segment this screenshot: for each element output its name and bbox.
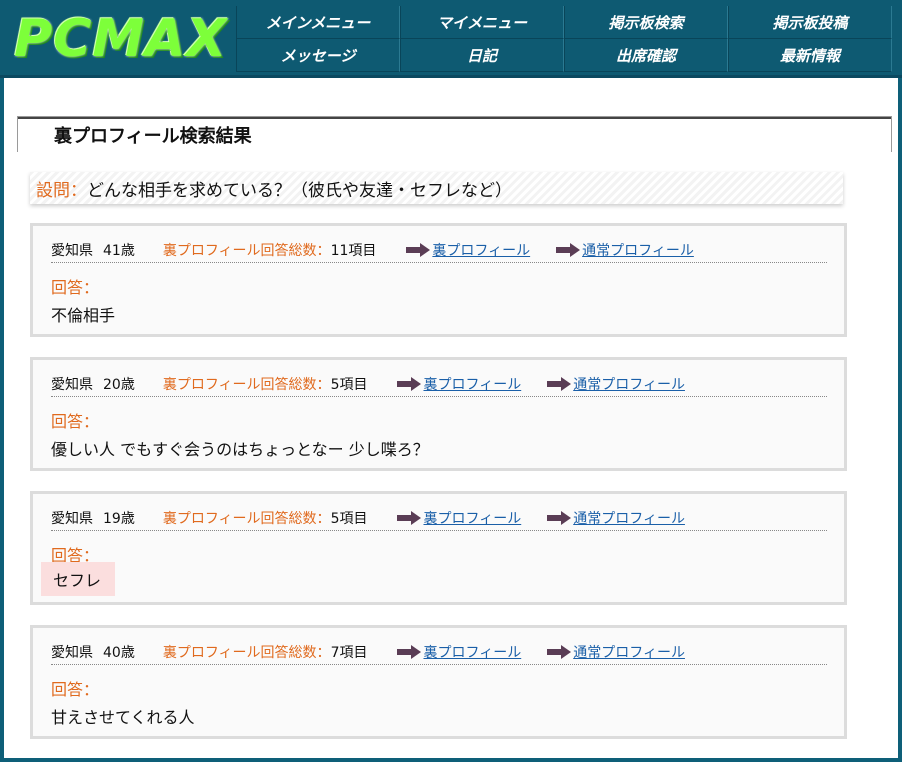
age: 20歳 xyxy=(103,376,135,393)
answer-text-highlighted: セフレ xyxy=(41,562,116,596)
result-card-header: 愛知県 19歳 裏プロフィール回答総数： 5項目 裏プロフィール 通常プロフィー… xyxy=(51,505,827,531)
pcmax-logo[interactable]: PCMAX xyxy=(14,6,236,72)
question-box: 設問：どんな相手を求めている？（彼氏や友達・セフレなど） xyxy=(30,172,843,204)
normal-profile-link-label: 通常プロフィール xyxy=(573,376,685,393)
ura-profile-link-label: 裏プロフィール xyxy=(423,376,522,393)
page-title: 裏プロフィール検索結果 xyxy=(17,116,892,152)
nav-board-search[interactable]: 掲示板検索 xyxy=(564,6,728,39)
answer-count-label: 裏プロフィール回答総数： xyxy=(162,376,331,393)
result-card: 愛知県 20歳 裏プロフィール回答総数： 5項目 裏プロフィール 通常プロフィー… xyxy=(30,357,847,471)
result-card: 愛知県 40歳 裏プロフィール回答総数： 7項目 裏プロフィール 通常プロフィー… xyxy=(30,625,847,739)
prefecture: 愛知県 xyxy=(51,376,93,393)
ura-profile-link[interactable]: 裏プロフィール xyxy=(397,374,521,394)
answer-count-label: 裏プロフィール回答総数： xyxy=(162,510,331,527)
question-text: どんな相手を求めている？（彼氏や友達・セフレなど） xyxy=(87,181,512,201)
arrow-right-icon xyxy=(547,376,572,391)
answer-count-value: 7項目 xyxy=(330,644,368,661)
arrow-right-icon xyxy=(547,644,572,659)
prefecture: 愛知県 xyxy=(51,510,93,527)
answer-text: 甘えさせてくれる人 xyxy=(51,708,195,727)
prefecture: 愛知県 xyxy=(51,644,93,661)
normal-profile-link[interactable]: 通常プロフィール xyxy=(556,240,694,260)
ura-profile-link-label: 裏プロフィール xyxy=(423,510,522,527)
nav-diary[interactable]: 日記 xyxy=(400,39,564,72)
nav-my-menu[interactable]: マイメニュー xyxy=(400,6,564,39)
nav-main-menu[interactable]: メインメニュー xyxy=(236,6,400,39)
age: 19歳 xyxy=(103,510,135,527)
answer-text: 優しい人 でもすぐ会うのはちょっとなー 少し喋ろ？ xyxy=(51,440,429,459)
normal-profile-link-label: 通常プロフィール xyxy=(582,242,694,259)
arrow-right-icon xyxy=(406,242,431,257)
age: 40歳 xyxy=(103,644,135,661)
result-card-header: 愛知県 41歳 裏プロフィール回答総数： 11項目 裏プロフィール 通常プロフィ… xyxy=(51,237,827,263)
answer-count-label: 裏プロフィール回答総数： xyxy=(162,242,331,259)
main-nav: メインメニュー マイメニュー 掲示板検索 掲示板投稿 メッセージ 日記 出席確認… xyxy=(236,6,892,72)
arrow-right-icon xyxy=(397,376,422,391)
age: 41歳 xyxy=(103,242,135,259)
arrow-right-icon xyxy=(547,510,572,525)
nav-latest-info[interactable]: 最新情報 xyxy=(728,39,892,72)
normal-profile-link-label: 通常プロフィール xyxy=(573,644,685,661)
answer-count-value: 5項目 xyxy=(330,376,368,393)
answer-label: 回答： xyxy=(51,412,100,431)
arrow-right-icon xyxy=(397,510,422,525)
normal-profile-link[interactable]: 通常プロフィール xyxy=(547,642,685,662)
arrow-right-icon xyxy=(397,644,422,659)
result-card: 愛知県 19歳 裏プロフィール回答総数： 5項目 裏プロフィール 通常プロフィー… xyxy=(30,491,847,605)
answer-label: 回答： xyxy=(51,278,100,297)
site-header: PCMAX メインメニュー マイメニュー 掲示板検索 掲示板投稿 メッセージ 日… xyxy=(0,0,902,78)
arrow-right-icon xyxy=(556,242,581,257)
answer-count-value: 5項目 xyxy=(330,510,368,527)
answer-label: 回答： xyxy=(51,680,100,699)
result-card: 愛知県 41歳 裏プロフィール回答総数： 11項目 裏プロフィール 通常プロフィ… xyxy=(30,223,847,337)
question-label: 設問： xyxy=(36,181,87,201)
result-card-header: 愛知県 20歳 裏プロフィール回答総数： 5項目 裏プロフィール 通常プロフィー… xyxy=(51,371,827,397)
normal-profile-link[interactable]: 通常プロフィール xyxy=(547,508,685,528)
nav-board-post[interactable]: 掲示板投稿 xyxy=(728,6,892,39)
ura-profile-link-label: 裏プロフィール xyxy=(423,644,522,661)
ura-profile-link[interactable]: 裏プロフィール xyxy=(397,508,521,528)
ura-profile-link[interactable]: 裏プロフィール xyxy=(406,240,530,260)
result-card-header: 愛知県 40歳 裏プロフィール回答総数： 7項目 裏プロフィール 通常プロフィー… xyxy=(51,639,827,665)
prefecture: 愛知県 xyxy=(51,242,93,259)
ura-profile-link[interactable]: 裏プロフィール xyxy=(397,642,521,662)
answer-count-label: 裏プロフィール回答総数： xyxy=(162,644,331,661)
normal-profile-link[interactable]: 通常プロフィール xyxy=(547,374,685,394)
answer-count-value: 11項目 xyxy=(330,242,377,259)
ura-profile-link-label: 裏プロフィール xyxy=(432,242,531,259)
answer-text: 不倫相手 xyxy=(51,306,116,325)
normal-profile-link-label: 通常プロフィール xyxy=(573,510,685,527)
nav-attendance[interactable]: 出席確認 xyxy=(564,39,728,72)
nav-message[interactable]: メッセージ xyxy=(236,39,400,72)
